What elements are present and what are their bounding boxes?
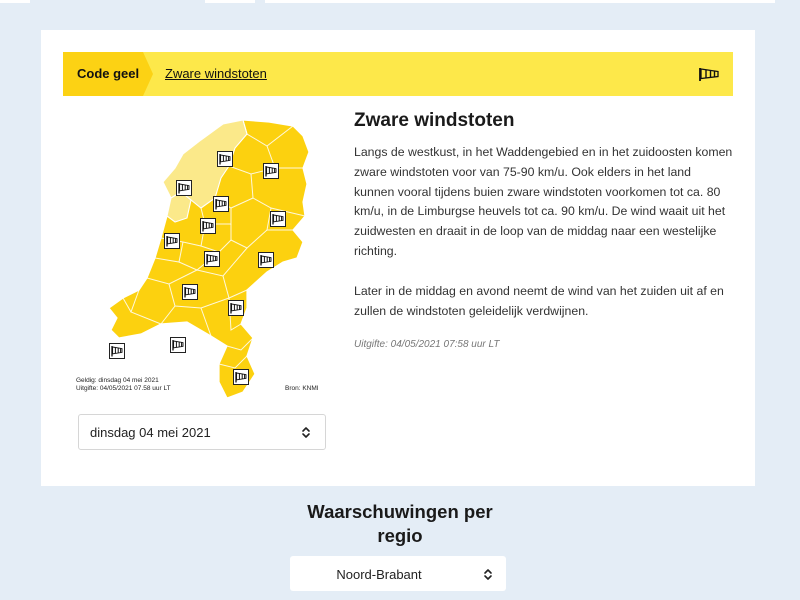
windsock-icon [270,211,286,227]
article-paragraph: Later in de middag en avond neemt de win… [354,283,724,318]
article-issued-date: Uitgifte: 04/05/2021 07:58 uur LT [354,339,500,351]
windsock-icon [263,163,279,179]
date-select[interactable]: dinsdag 04 mei 2021 [78,414,326,450]
windsock-icon [182,284,198,300]
article-title: Zware windstoten [354,110,515,131]
map-issued-date: Uitgifte: 04/05/2021 07.58 uur LT [76,385,171,392]
warning-map[interactable] [71,112,341,402]
warning-card: Code geel Zware windstoten Geldig: dinsd… [41,30,755,486]
windsock-icon [699,68,719,81]
warning-banner: Code geel Zware windstoten [63,52,733,96]
top-strip [0,0,800,3]
windsock-icon [213,196,229,212]
map-valid-date: Geldig: dinsdag 04 mei 2021 [76,377,159,384]
windsock-icon [228,300,244,316]
windsock-icon [258,252,274,268]
article-paragraph: Langs de westkust, in het Waddengebied e… [354,145,733,258]
windsock-icon [204,251,220,267]
chevron-updown-icon [483,568,493,581]
warning-type-link[interactable]: Zware windstoten [165,66,267,81]
windsock-icon [233,369,249,385]
date-select-value: dinsdag 04 mei 2021 [90,425,211,440]
windsock-icon [217,151,233,167]
map-legend: Geldig: dinsdag 04 mei 2021 Uitgifte: 04… [76,377,171,393]
regions-title: Waarschuwingen per regio [307,501,493,546]
map-source: Bron: KNMI [285,385,319,392]
code-label: Code geel [77,66,140,81]
chevron-updown-icon [301,426,311,439]
windsock-icon [170,337,186,353]
region-select-value: Noord-Brabant [336,567,422,582]
region-select[interactable]: Noord-Brabant [290,556,506,591]
windsock-icon [164,233,180,249]
windsock-icon [109,343,125,359]
warning-description: Zware windstoten Langs de westkust, in h… [354,110,734,355]
windsock-icon [176,180,192,196]
windsock-icon [200,218,216,234]
